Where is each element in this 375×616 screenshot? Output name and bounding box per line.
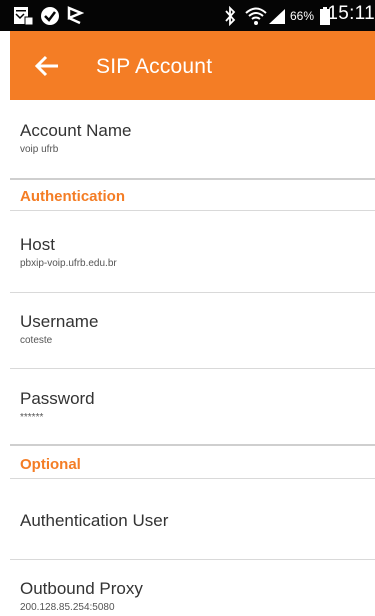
divider: [10, 368, 375, 369]
host-label: Host: [20, 235, 55, 254]
page-title: SIP Account: [96, 55, 213, 78]
account-name-value: voip ufrb: [20, 144, 59, 155]
divider: [10, 292, 375, 293]
signal-icon: [269, 9, 285, 24]
check-circle-icon: [41, 7, 59, 25]
account-name-item[interactable]: Account Name voip ufrb: [20, 121, 375, 155]
section-divider: [10, 178, 375, 180]
bluetooth-icon: [225, 6, 236, 26]
username-item[interactable]: Username coteste: [20, 312, 375, 346]
password-value: ******: [20, 412, 44, 423]
authentication-user-label: Authentication User: [20, 511, 169, 530]
outbound-proxy-value: 200.128.85.254:5080: [20, 602, 115, 613]
authentication-user-item[interactable]: Authentication User: [20, 511, 375, 531]
status-bar: 66% 15:11: [0, 0, 375, 31]
host-value: pbxip-voip.ufrb.edu.br: [20, 258, 117, 269]
username-value: coteste: [20, 335, 53, 346]
section-divider: [10, 444, 375, 446]
host-item[interactable]: Host pbxip-voip.ufrb.edu.br: [20, 235, 375, 269]
username-label: Username: [20, 312, 99, 331]
app-bar: SIP Account: [10, 31, 375, 100]
outbound-proxy-label: Outbound Proxy: [20, 579, 143, 598]
divider: [10, 210, 375, 211]
wifi-icon: [245, 7, 267, 25]
password-label: Password: [20, 389, 95, 408]
image-notification-icon: [14, 7, 34, 26]
outbound-proxy-item[interactable]: Outbound Proxy 200.128.85.254:5080: [20, 579, 375, 613]
back-arrow-icon[interactable]: [34, 53, 60, 79]
section-header-authentication: Authentication: [20, 188, 125, 205]
divider: [10, 478, 375, 479]
password-item[interactable]: Password ******: [20, 389, 375, 423]
flag-icon: [67, 6, 84, 25]
clock: 15:11: [327, 3, 375, 24]
battery-percent: 66%: [290, 9, 315, 23]
account-name-label: Account Name: [20, 121, 132, 140]
section-header-optional: Optional: [20, 456, 81, 473]
divider: [10, 559, 375, 560]
